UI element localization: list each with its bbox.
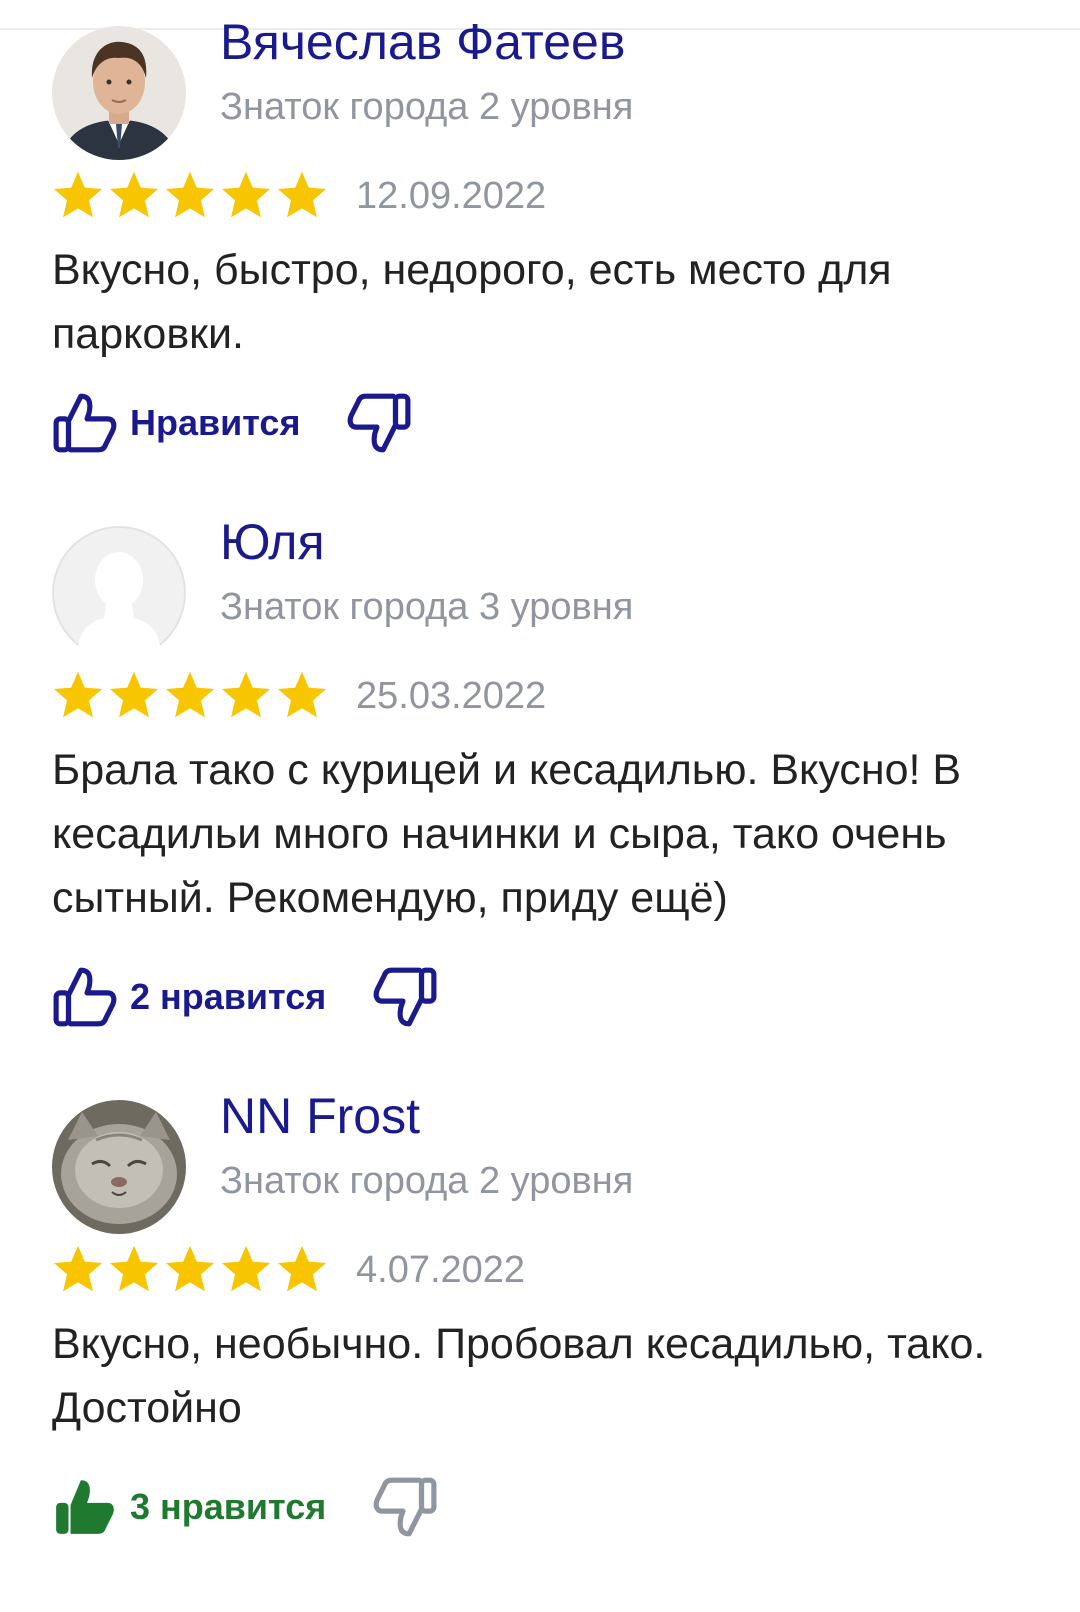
thumbs-down-icon — [373, 1477, 437, 1537]
review-text: Брала тако с курицей и кесадилью. Вкусно… — [52, 746, 962, 922]
rating-row: 4.07.2022 — [50, 1240, 525, 1300]
star-icon — [165, 1245, 215, 1292]
star-icon — [277, 671, 327, 718]
reactions-bar: Нравится — [52, 390, 412, 456]
author-name[interactable]: Юля — [220, 512, 325, 572]
like-button[interactable]: Нравится — [52, 390, 300, 456]
avatar[interactable] — [52, 26, 186, 160]
cat-photo-avatar — [52, 1100, 186, 1234]
dislike-button[interactable] — [372, 1474, 438, 1540]
star-icon — [221, 171, 271, 218]
star-icon — [277, 1245, 327, 1292]
review-text: Вкусно, быстро, недорого, есть место для… — [52, 246, 892, 358]
star-icon — [277, 171, 327, 218]
rating-row: 12.09.2022 — [50, 166, 546, 226]
star-icon — [109, 171, 159, 218]
reactions-bar: 3 нравится — [52, 1474, 438, 1540]
star-icon — [109, 671, 159, 718]
review-date: 4.07.2022 — [356, 1248, 526, 1291]
star-icon — [165, 171, 215, 218]
avatar[interactable] — [52, 526, 186, 660]
star-icon — [109, 1245, 159, 1292]
star-rating — [50, 1242, 330, 1298]
star-icon — [221, 671, 271, 718]
thumbs-down-icon — [348, 393, 411, 453]
author-level: Знаток города 2 уровня — [220, 86, 634, 128]
star-rating — [50, 168, 330, 224]
default-silhouette-avatar — [52, 526, 186, 660]
star-icon — [53, 671, 103, 718]
thumbs-up-icon — [53, 967, 117, 1027]
star-rating — [50, 668, 330, 724]
thumbs-up-filled-icon — [56, 1480, 114, 1534]
reactions-bar: 2 нравится — [52, 964, 438, 1030]
like-button[interactable]: 3 нравится — [52, 1474, 326, 1540]
star-icon — [221, 1245, 271, 1292]
like-button[interactable]: 2 нравится — [52, 964, 326, 1030]
author-level: Знаток города 3 уровня — [220, 586, 634, 628]
star-icon — [53, 171, 103, 218]
star-icon — [165, 671, 215, 718]
rating-row: 25.03.2022 — [50, 666, 546, 726]
avatar[interactable] — [52, 1100, 186, 1234]
dislike-button[interactable] — [372, 964, 438, 1030]
review-text: Вкусно, необычно. Пробовал кесадилью, та… — [52, 1320, 986, 1432]
author-name[interactable]: NN Frost — [220, 1086, 420, 1146]
like-label: Нравится — [130, 402, 301, 443]
review-date: 12.09.2022 — [356, 174, 547, 217]
star-icon — [53, 1245, 103, 1292]
like-label: 2 нравится — [130, 976, 327, 1017]
thumbs-up-icon — [53, 393, 117, 453]
author-level: Знаток города 2 уровня — [220, 1160, 634, 1202]
review-date: 25.03.2022 — [356, 674, 547, 717]
thumbs-down-icon — [373, 967, 437, 1027]
dislike-button[interactable] — [346, 390, 412, 456]
photo-man-avatar — [52, 26, 186, 160]
author-name[interactable]: Вячеслав Фатеев — [220, 12, 625, 72]
like-label: 3 нравится — [130, 1486, 327, 1527]
